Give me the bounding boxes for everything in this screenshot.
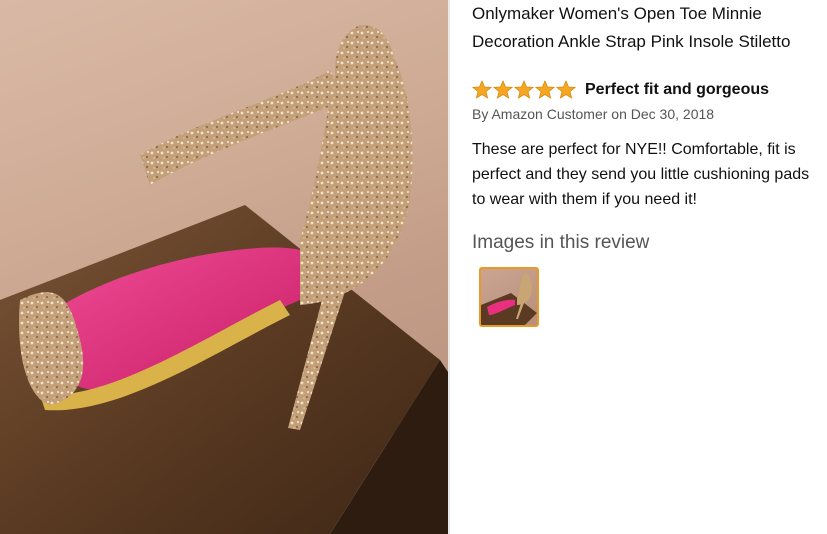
review-title[interactable]: Perfect fit and gorgeous <box>585 81 769 99</box>
sandal-illustration <box>0 25 448 534</box>
thumbnail-image <box>481 273 537 325</box>
product-title[interactable]: Onlymaker Women's Open Toe Minnie Decora… <box>472 0 827 56</box>
review-byline: By Amazon Customer on Dec 30, 2018 <box>472 106 714 122</box>
by-prefix: By <box>472 106 489 122</box>
star-icon <box>556 80 576 99</box>
star-icon <box>472 80 492 99</box>
review-body: These are perfect for NYE!! Comfortable,… <box>472 141 810 208</box>
divider <box>448 0 450 534</box>
review-image-thumbnail[interactable] <box>479 267 539 327</box>
review-panel: Onlymaker Women's Open Toe Minnie Decora… <box>472 0 827 534</box>
images-heading: Images in this review <box>472 232 650 253</box>
product-photo <box>0 0 448 534</box>
review-author[interactable]: Amazon Customer <box>491 106 607 122</box>
star-icon <box>514 80 534 99</box>
star-rating <box>472 80 577 100</box>
review-date: Dec 30, 2018 <box>630 106 715 122</box>
star-icon <box>493 80 513 99</box>
date-prefix: on <box>611 106 627 122</box>
star-icon <box>535 80 555 99</box>
review-header: Perfect fit and gorgeous <box>472 78 769 102</box>
product-title-line1: Onlymaker Women's Open Toe Minnie <box>472 4 762 23</box>
product-title-line2: Decoration Ankle Strap Pink Insole Stile… <box>472 32 791 51</box>
